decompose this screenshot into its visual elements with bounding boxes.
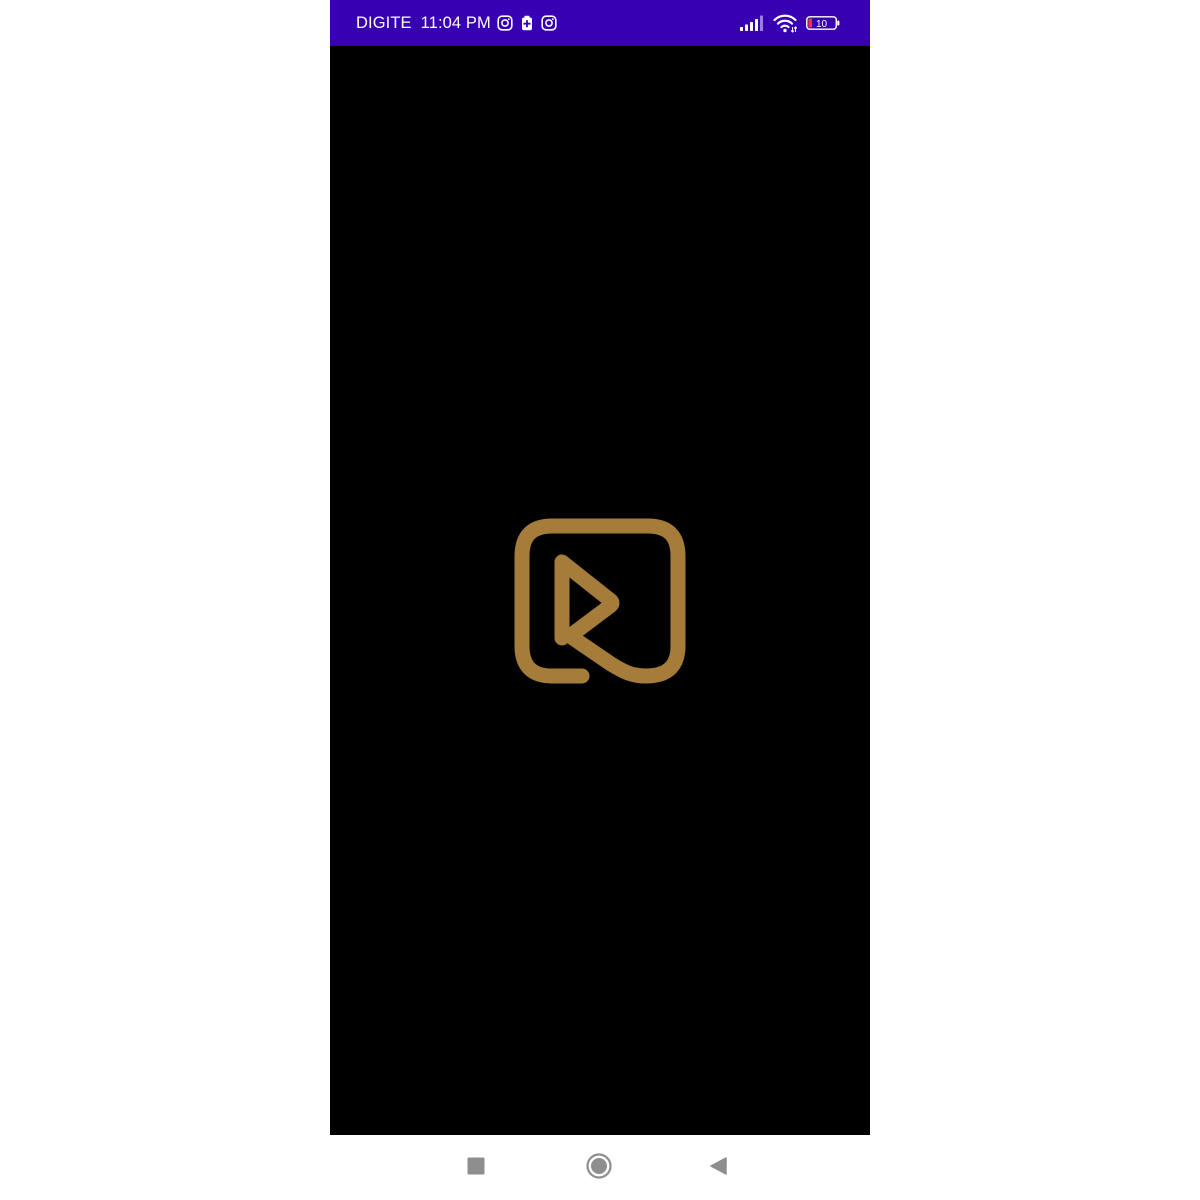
back-icon bbox=[710, 1157, 727, 1175]
home-button[interactable] bbox=[584, 1151, 614, 1181]
battery-icon: 10 bbox=[806, 15, 840, 31]
battery-saver-icon bbox=[519, 15, 535, 31]
navigation-bar bbox=[330, 1135, 870, 1200]
instagram-icon bbox=[541, 15, 557, 31]
recents-icon bbox=[467, 1157, 485, 1175]
wifi-icon bbox=[773, 14, 797, 33]
clock: 11:04 PM bbox=[420, 13, 491, 32]
status-bar: DIGITE 11:04 PM 10 bbox=[330, 0, 870, 46]
carrier-label: DIGITE bbox=[356, 13, 412, 32]
instagram-icon bbox=[497, 15, 513, 31]
play-logo-icon bbox=[514, 518, 686, 684]
status-right: 10 bbox=[740, 0, 840, 46]
back-button[interactable] bbox=[704, 1151, 734, 1181]
phone-frame: DIGITE 11:04 PM 10 bbox=[330, 0, 870, 1200]
status-left: DIGITE 11:04 PM bbox=[356, 0, 557, 46]
recents-button[interactable] bbox=[461, 1151, 491, 1181]
battery-level: 10 bbox=[816, 19, 828, 30]
home-icon bbox=[586, 1153, 612, 1179]
splash-screen bbox=[330, 46, 870, 1135]
signal-icon bbox=[740, 15, 764, 31]
